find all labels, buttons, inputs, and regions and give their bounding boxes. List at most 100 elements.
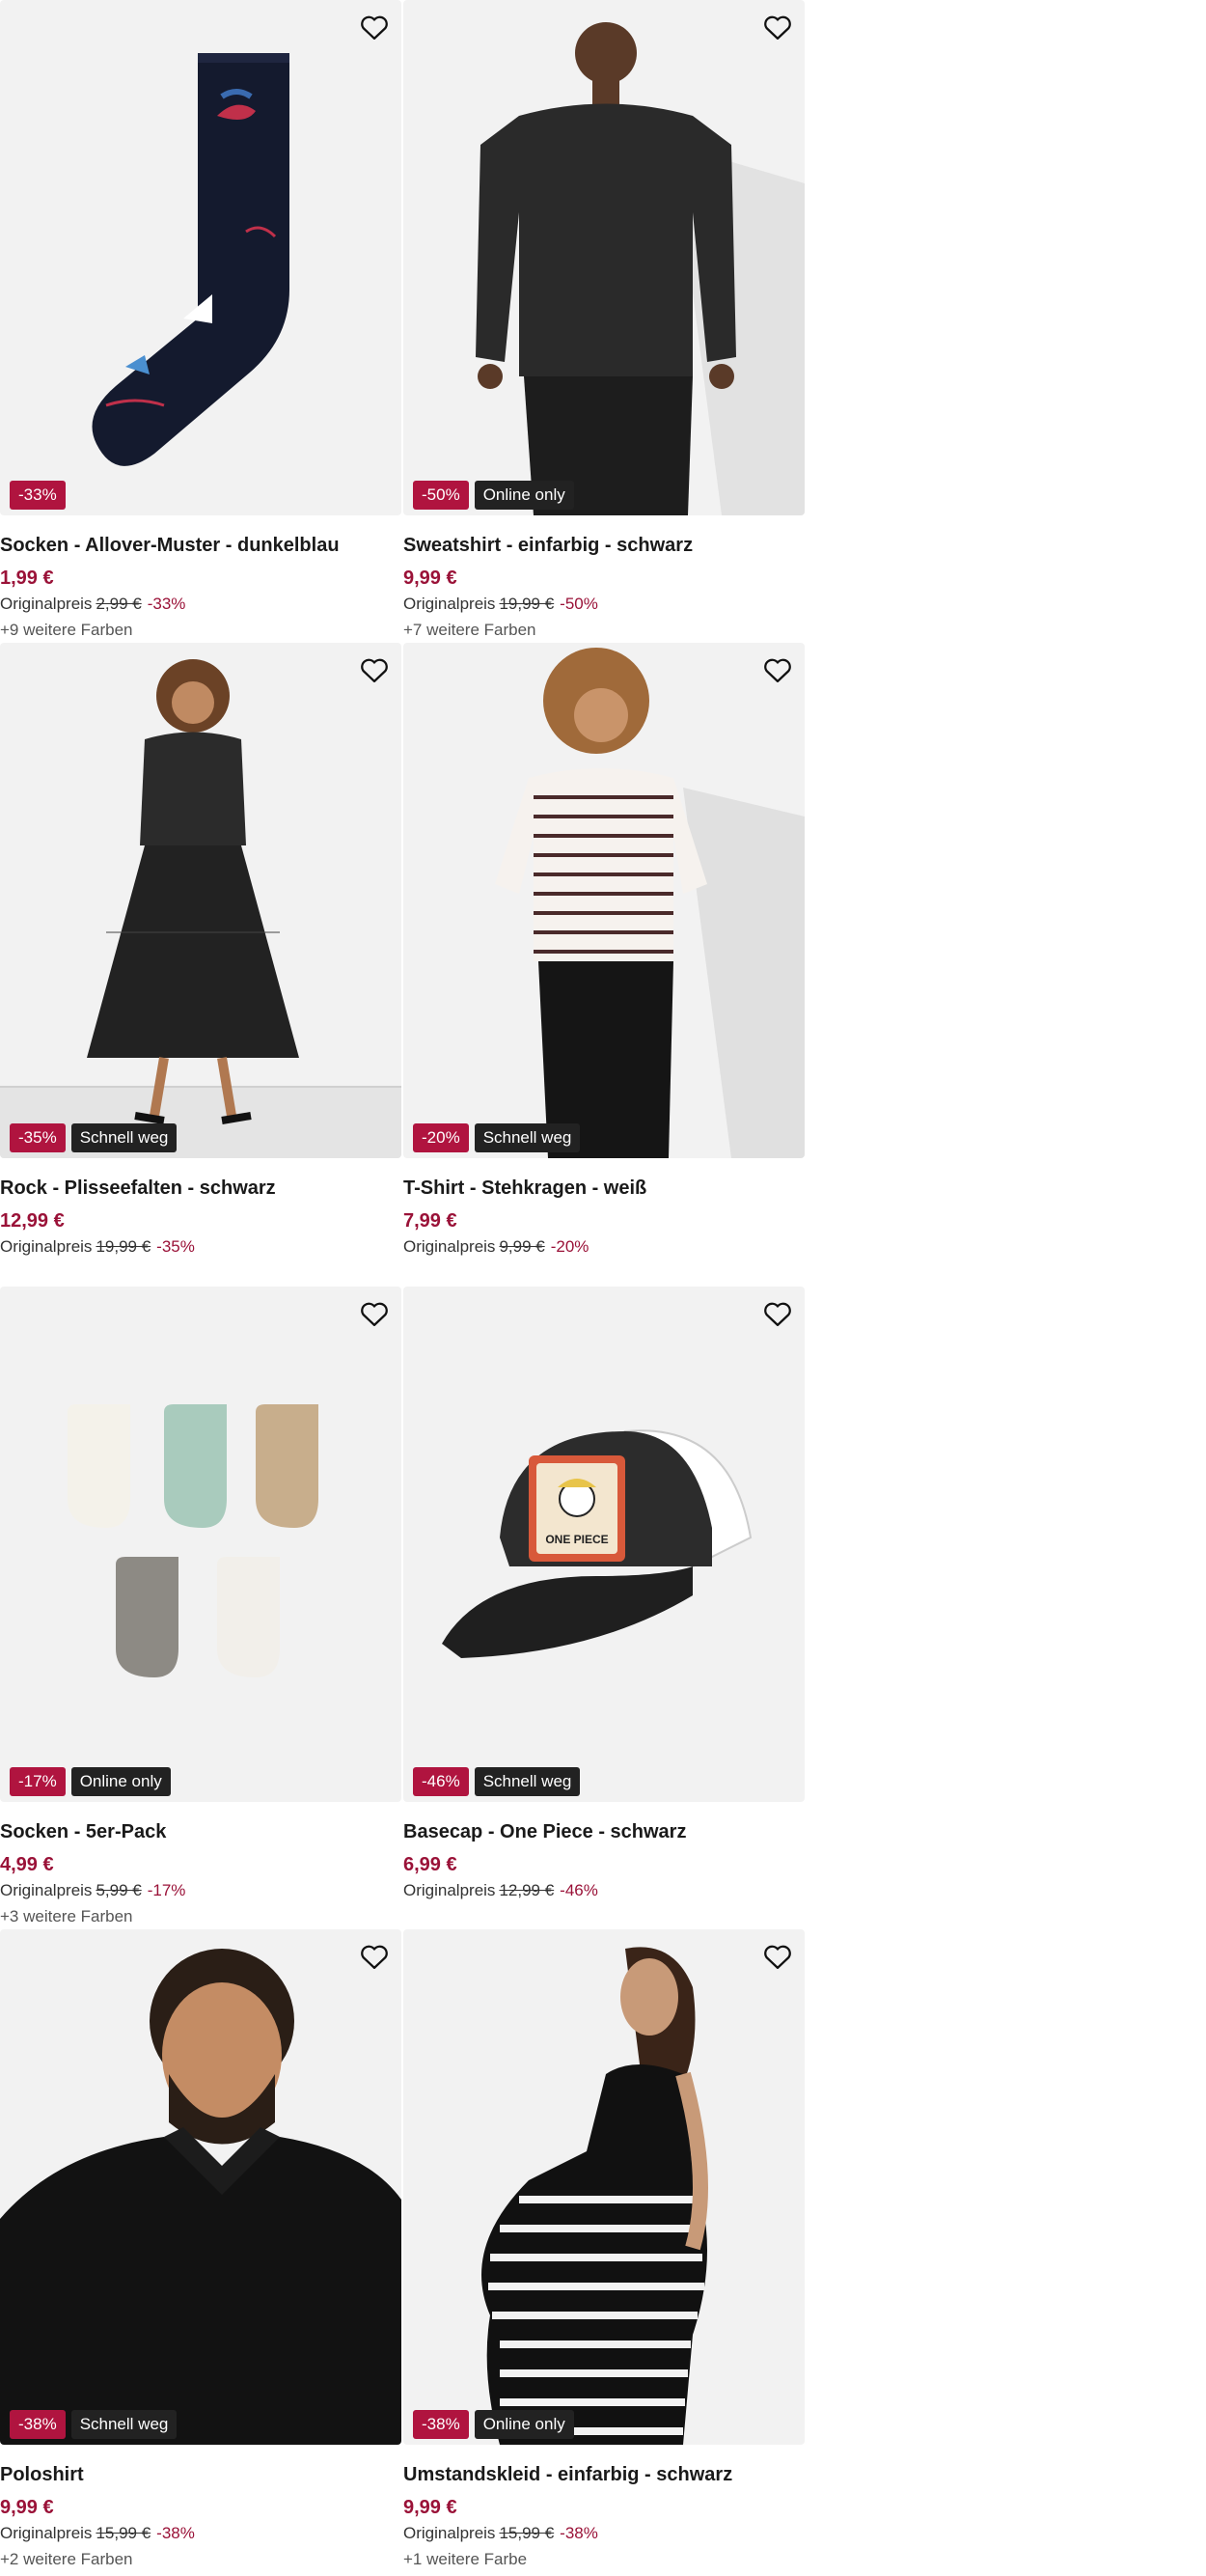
tshirt-body [495,768,707,961]
product-info: Socken - Allover-Muster - dunkelblau 1,9… [0,529,401,642]
wishlist-heart-icon[interactable] [762,1298,793,1329]
product-info: T-Shirt - Stehkragen - weiß 7,99 € Origi… [403,1172,805,1259]
product-image[interactable]: -17% Online only [0,1287,401,1802]
original-price: 12,99 € [499,1881,555,1899]
sweatshirt-image [476,22,805,515]
product-image[interactable]: -38% Schnell weg [0,1929,401,2445]
discount-badge: -20% [413,1123,469,1152]
tag-badge: Schnell weg [474,1767,581,1796]
tag-badge: Online only [474,2410,574,2439]
original-price: 9,99 € [499,1237,545,1256]
product-title[interactable]: Socken - Allover-Muster - dunkelblau [0,529,401,562]
badge-row: -38% Schnell weg [10,2410,178,2439]
product-info: Umstandskleid - einfarbig - schwarz 9,99… [403,2458,805,2571]
wishlist-heart-icon[interactable] [359,654,390,685]
more-colors-link[interactable]: +9 weitere Farben [0,619,401,642]
product-title[interactable]: Poloshirt [0,2458,401,2491]
discount-badge: -38% [413,2410,469,2439]
original-price-label: Originalpreis [0,1881,93,1899]
striped-tshirt-image [495,648,805,1158]
badge-row: -46% Schnell weg [413,1767,581,1796]
discount-percent: -17% [147,1881,186,1899]
original-price: 15,99 € [499,2524,555,2542]
product-image[interactable]: -35% Schnell weg [0,643,401,1158]
badge-row: -33% [10,481,66,510]
discount-percent: -50% [560,595,598,613]
product-image[interactable]: ONE PIECE -46% Schnell weg [403,1287,805,1802]
product-price: 7,99 € [403,1210,457,1232]
original-price-label: Originalpreis [403,1237,496,1256]
product-info: Socken - 5er-Pack 4,99 € Originalpreis 5,… [0,1815,401,1928]
badge-row: -50% Online only [413,481,574,510]
product-info: Basecap - One Piece - schwarz 6,99 € Ori… [403,1815,805,1902]
discount-percent: -38% [156,2524,195,2542]
original-price: 19,99 € [96,1237,151,1256]
product-title[interactable]: T-Shirt - Stehkragen - weiß [403,1172,805,1205]
original-price-label: Originalpreis [0,1237,93,1256]
original-price: 5,99 € [96,1881,142,1899]
product-info: Poloshirt 9,99 € Originalpreis 15,99 € -38… [0,2458,401,2571]
product-title[interactable]: Umstandskleid - einfarbig - schwarz [403,2458,805,2491]
wishlist-heart-icon[interactable] [359,12,390,42]
polo-shirt-image [0,1949,401,2445]
original-price-label: Originalpreis [403,1881,496,1899]
tag-badge: Schnell weg [70,2410,178,2439]
tag-badge: Online only [474,481,574,510]
product-image[interactable]: -20% Schnell weg [403,643,805,1158]
original-price-line: Originalpreis 9,99 € -20% [403,1235,805,1259]
product-info: Sweatshirt - einfarbig - schwarz 9,99 € … [403,529,805,642]
pleated-skirt-image [0,659,401,1158]
cap-patch-text: ONE PIECE [545,1533,608,1546]
wishlist-heart-icon[interactable] [762,654,793,685]
original-price-label: Originalpreis [403,2524,496,2542]
original-price-line: Originalpreis 5,99 € -17% [0,1879,401,1902]
sock-image [92,53,289,466]
discount-badge: -38% [10,2410,66,2439]
product-price: 9,99 € [403,2497,457,2518]
discount-badge: -17% [10,1767,66,1796]
original-price-line: Originalpreis 12,99 € -46% [403,1879,805,1902]
wishlist-heart-icon[interactable] [359,1298,390,1329]
original-price-label: Originalpreis [403,595,496,613]
badge-row: -17% Online only [10,1767,171,1796]
product-price: 12,99 € [0,1210,65,1232]
more-colors-link[interactable]: +1 weitere Farbe [403,2548,805,2571]
product-price: 1,99 € [0,568,54,589]
maternity-dress-image [481,1947,708,2445]
more-colors-link[interactable]: +7 weitere Farben [403,619,805,642]
original-price-label: Originalpreis [0,595,93,613]
discount-badge: -35% [10,1123,66,1152]
discount-percent: -20% [550,1237,589,1256]
discount-badge: -33% [10,481,66,510]
product-title[interactable]: Basecap - One Piece - schwarz [403,1815,805,1848]
discount-percent: -38% [560,2524,598,2542]
discount-percent: -35% [156,1237,195,1256]
cap-image: ONE PIECE [442,1429,753,1658]
product-image[interactable]: -50% Online only [403,0,805,515]
product-title[interactable]: Socken - 5er-Pack [0,1815,401,1848]
product-price: 6,99 € [403,1854,457,1875]
discount-badge: -50% [413,481,469,510]
tag-badge: Schnell weg [70,1123,178,1152]
wishlist-heart-icon[interactable] [762,12,793,42]
wishlist-heart-icon[interactable] [359,1941,390,1972]
product-image[interactable]: -38% Online only [403,1929,805,2445]
tag-badge: Schnell weg [474,1123,581,1152]
wishlist-heart-icon[interactable] [762,1941,793,1972]
original-price-line: Originalpreis 2,99 € -33% [0,593,401,616]
product-title[interactable]: Sweatshirt - einfarbig - schwarz [403,529,805,562]
socks-5-pack-image [68,1404,318,1677]
original-price-line: Originalpreis 19,99 € -50% [403,593,805,616]
product-image[interactable]: -33% [0,0,401,515]
more-colors-link[interactable]: +2 weitere Farben [0,2548,401,2571]
original-price: 15,99 € [96,2524,151,2542]
discount-percent: -46% [560,1881,598,1899]
product-title[interactable]: Rock - Plisseefalten - schwarz [0,1172,401,1205]
discount-percent: -33% [147,595,186,613]
discount-badge: -46% [413,1767,469,1796]
original-price-label: Originalpreis [0,2524,93,2542]
more-colors-link[interactable]: +3 weitere Farben [0,1905,401,1928]
tag-badge: Online only [70,1767,171,1796]
original-price-line: Originalpreis 15,99 € -38% [0,2522,401,2545]
original-price-line: Originalpreis 15,99 € -38% [403,2522,805,2545]
